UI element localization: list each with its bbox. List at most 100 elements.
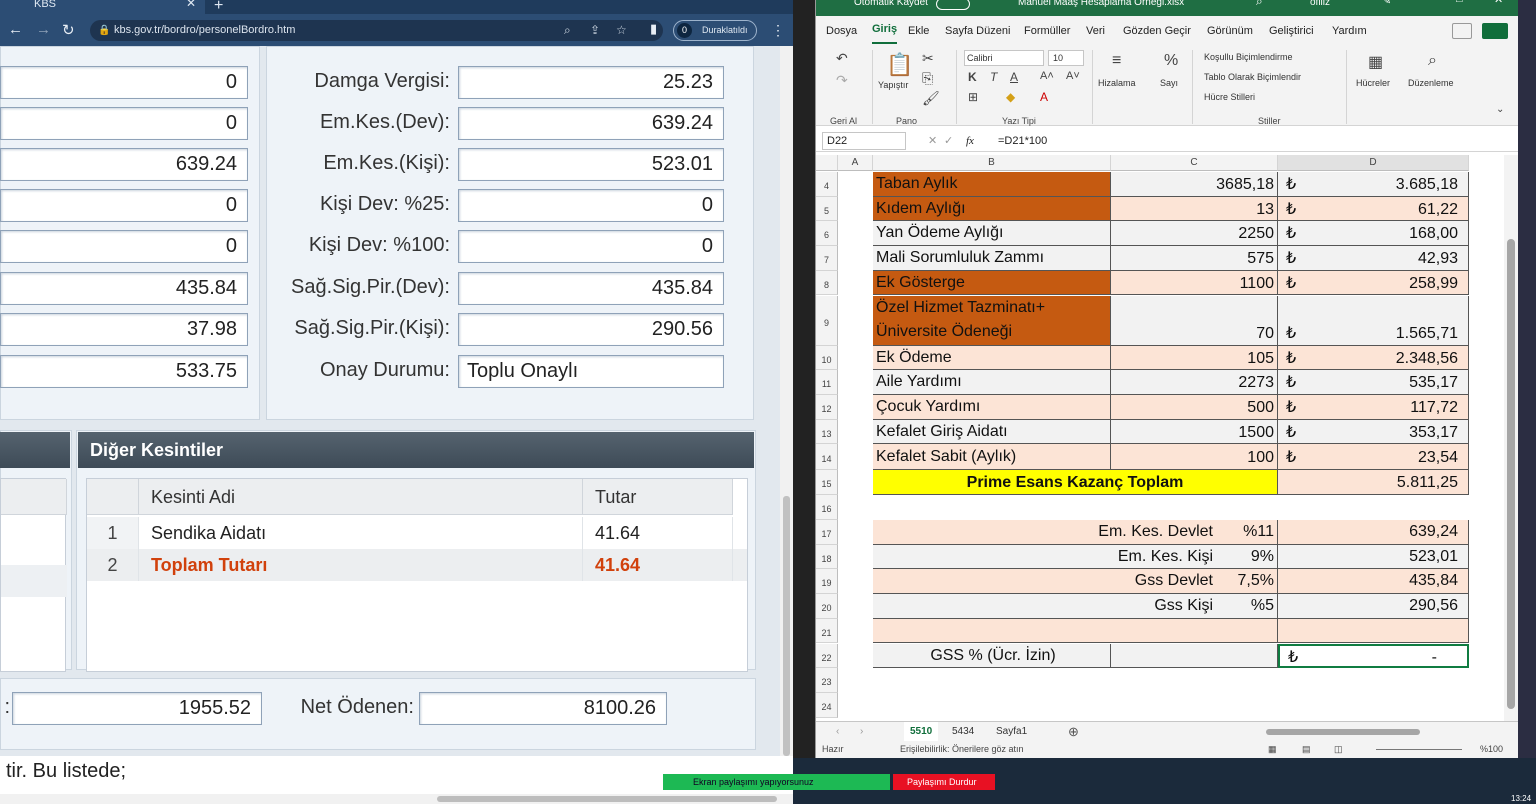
zoom-slider[interactable] bbox=[1376, 749, 1462, 750]
menu-gorunum[interactable]: Görünüm bbox=[1207, 16, 1253, 46]
menu-giris[interactable]: Giriş bbox=[872, 16, 898, 44]
deduction-rate-20[interactable]: %5 bbox=[1223, 594, 1278, 619]
menu-dosya[interactable]: Dosya bbox=[826, 16, 857, 46]
field-damga-vergisi[interactable]: 25.23 bbox=[458, 66, 724, 99]
close-icon[interactable]: ✕ bbox=[1494, 0, 1503, 6]
cell-d6[interactable]: ₺ 168,00 bbox=[1278, 221, 1469, 247]
cell-c7[interactable]: 575 bbox=[1111, 246, 1278, 271]
menu-formuller[interactable]: Formüller bbox=[1024, 16, 1070, 46]
comments-icon[interactable] bbox=[1452, 23, 1472, 39]
deduction-rate-17[interactable]: %11 bbox=[1223, 520, 1278, 545]
empty-cell-d21[interactable] bbox=[1278, 618, 1469, 644]
row-header-13[interactable]: 13 bbox=[816, 419, 838, 445]
row-header-16[interactable]: 16 bbox=[816, 495, 838, 520]
excel-vertical-scrollbar[interactable] bbox=[1504, 155, 1518, 721]
deduction-rate-19[interactable]: 7,5% bbox=[1223, 569, 1278, 595]
name-box[interactable]: D22 bbox=[822, 132, 906, 150]
conditional-format-button[interactable]: Koşullu Biçimlendirme bbox=[1204, 52, 1293, 62]
horizontal-scroll-thumb[interactable] bbox=[1266, 729, 1420, 735]
alignment-label[interactable]: Hizalama bbox=[1098, 78, 1136, 88]
sheet-prev-icon[interactable]: ‹ bbox=[836, 722, 839, 742]
accessibility-status[interactable]: Erişilebilirlik: Önerilere göz atın bbox=[900, 741, 1024, 758]
row-header-19[interactable]: 19 bbox=[816, 569, 838, 595]
sheet-tab-5434[interactable]: 5434 bbox=[952, 722, 974, 742]
row-header-23[interactable]: 23 bbox=[816, 668, 838, 693]
field-kisi-dev-25[interactable]: 0 bbox=[458, 189, 724, 222]
cell-c11[interactable]: 2273 bbox=[1111, 370, 1278, 395]
kebab-menu-icon[interactable]: ⋮ bbox=[771, 22, 785, 39]
cell-b14[interactable]: Kefalet Sabit (Aylık) bbox=[873, 444, 1111, 471]
cell-d7[interactable]: ₺ 42,93 bbox=[1278, 246, 1469, 271]
zoom-icon[interactable]: ⌕ bbox=[564, 20, 571, 41]
deduction-value-18[interactable]: 523,01 bbox=[1278, 544, 1469, 570]
excel-scroll-thumb[interactable] bbox=[1507, 239, 1515, 709]
tab-close-icon[interactable]: ✕ bbox=[186, 0, 196, 9]
reload-icon[interactable]: ↻ bbox=[62, 21, 75, 39]
bold-icon[interactable]: K bbox=[968, 70, 977, 84]
back-icon[interactable]: ← bbox=[8, 21, 23, 38]
maximize-icon[interactable]: □ bbox=[1456, 0, 1463, 5]
field-left-1[interactable]: 0 bbox=[0, 66, 248, 99]
select-all[interactable] bbox=[816, 155, 838, 171]
menu-gelistirici[interactable]: Geliştirici bbox=[1269, 16, 1314, 46]
number-format-icon[interactable]: % bbox=[1164, 52, 1178, 70]
add-sheet-icon[interactable]: ⊕ bbox=[1068, 722, 1079, 742]
cell-c5[interactable]: 13 bbox=[1111, 196, 1278, 222]
sheet-next-icon[interactable]: › bbox=[860, 722, 863, 742]
prime-label-cell[interactable]: Prime Esans Kazanç Toplam bbox=[873, 470, 1278, 496]
cell-c14[interactable]: 100 bbox=[1111, 444, 1278, 471]
browser-tab[interactable]: KBS ✕ bbox=[0, 0, 205, 14]
font-size-select[interactable]: 10 bbox=[1048, 50, 1084, 66]
share-icon[interactable]: ⇪ bbox=[590, 20, 600, 41]
field-left-5[interactable]: 0 bbox=[0, 230, 248, 263]
field-sag-sig-kisi[interactable]: 290.56 bbox=[458, 313, 724, 346]
view-page-break-icon[interactable]: ◫ bbox=[1334, 741, 1343, 758]
font-name-select[interactable]: Calibri bbox=[964, 50, 1044, 66]
row-header-18[interactable]: 18 bbox=[816, 544, 838, 570]
hscroll-thumb[interactable] bbox=[437, 796, 777, 802]
deduction-value-17[interactable]: 639,24 bbox=[1278, 520, 1469, 545]
view-page-layout-icon[interactable]: ▤ bbox=[1302, 741, 1311, 758]
number-label[interactable]: Sayı bbox=[1160, 78, 1178, 88]
ribbon-collapse-icon[interactable]: ⌄ bbox=[1496, 104, 1504, 115]
cell-b6[interactable]: Yan Ödeme Aylığı bbox=[873, 221, 1111, 247]
gss-value-cell[interactable]: ₺ - bbox=[1278, 643, 1469, 669]
row-header-5[interactable]: 5 bbox=[816, 196, 838, 222]
scroll-thumb[interactable] bbox=[783, 496, 790, 756]
field-left-7[interactable]: 37.98 bbox=[0, 313, 248, 346]
col-header-a[interactable]: A bbox=[838, 155, 873, 171]
cell-c8[interactable]: 1100 bbox=[1111, 270, 1278, 296]
gss-label-cell[interactable]: GSS % (Ücr. İzin) bbox=[873, 643, 1111, 669]
cell-c13[interactable]: 1500 bbox=[1111, 419, 1278, 445]
sidepanel-icon[interactable]: ▮ bbox=[650, 21, 657, 37]
deduction-label-17[interactable]: Em. Kes. Devlet bbox=[873, 520, 1223, 545]
url-bar[interactable]: 🔒 kbs.gov.tr/bordro/personelBordro.htm ⌕… bbox=[90, 20, 663, 41]
fill-color-icon[interactable]: ◆ bbox=[1006, 90, 1015, 104]
worksheet-grid[interactable]: A B C D 4 Taban Aylık 3685,18 ₺ 3.685,18 5 Kıd… bbox=[816, 155, 1504, 721]
new-tab-icon[interactable]: + bbox=[214, 0, 223, 15]
font-color-icon[interactable]: A bbox=[1040, 90, 1048, 104]
enter-formula-icon[interactable]: ✓ bbox=[944, 130, 953, 152]
deduction-label-18[interactable]: Em. Kes. Kişi bbox=[873, 544, 1223, 570]
cell-b5[interactable]: Kıdem Aylığı bbox=[873, 196, 1111, 222]
row-header-24[interactable]: 24 bbox=[816, 692, 838, 718]
menu-yardim[interactable]: Yardım bbox=[1332, 16, 1367, 46]
row-header-10[interactable]: 10 bbox=[816, 345, 838, 371]
menu-ekle[interactable]: Ekle bbox=[908, 16, 929, 46]
row-header-20[interactable]: 20 bbox=[816, 594, 838, 619]
cancel-formula-icon[interactable]: ✕ bbox=[928, 130, 937, 152]
share-button[interactable] bbox=[1482, 23, 1508, 39]
field-left-3[interactable]: 639.24 bbox=[0, 148, 248, 181]
cells-icon[interactable]: ▦ bbox=[1368, 52, 1383, 72]
cell-d13[interactable]: ₺ 353,17 bbox=[1278, 419, 1469, 445]
formula-input[interactable]: =D21*100 bbox=[998, 130, 1047, 152]
col-header-d[interactable]: D bbox=[1278, 155, 1469, 171]
cell-b11[interactable]: Aile Yardımı bbox=[873, 370, 1111, 395]
cell-d10[interactable]: ₺ 2.348,56 bbox=[1278, 345, 1469, 371]
cell-styles-button[interactable]: Hücre Stilleri bbox=[1204, 92, 1255, 102]
redo-icon[interactable]: ↷ bbox=[836, 72, 848, 89]
deduction-rate-18[interactable]: 9% bbox=[1223, 544, 1278, 570]
field-left-2[interactable]: 0 bbox=[0, 107, 248, 140]
deduction-label-19[interactable]: Gss Devlet bbox=[873, 569, 1223, 595]
cells-label[interactable]: Hücreler bbox=[1356, 78, 1390, 88]
